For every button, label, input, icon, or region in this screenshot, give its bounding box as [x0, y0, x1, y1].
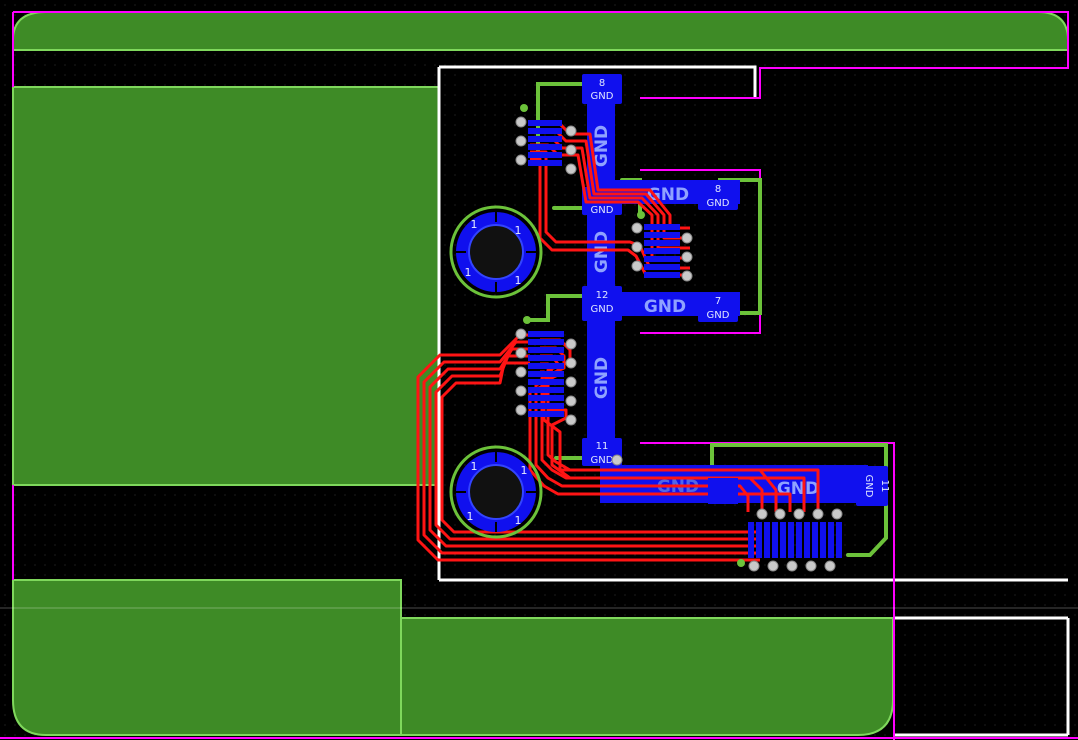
via-icon: [681, 232, 693, 244]
pad-8-top: 8 GND: [582, 74, 622, 104]
svg-text:1: 1: [471, 460, 478, 473]
svg-text:1: 1: [515, 274, 522, 287]
via-icon: [515, 404, 527, 416]
pad-11-right: 11 GND: [856, 466, 890, 506]
svg-text:GND: GND: [707, 198, 730, 209]
via-icon: [515, 135, 527, 147]
via-icon: [515, 347, 527, 359]
via-icon: [786, 560, 798, 572]
via-icon: [515, 328, 527, 340]
svg-text:11: 11: [596, 441, 609, 452]
gnd-label-2: GND: [592, 231, 612, 273]
via-icon: [565, 125, 577, 137]
via-icon: [565, 163, 577, 175]
via-icon: [565, 414, 577, 426]
svg-text:GND: GND: [591, 91, 614, 102]
via-icon: [565, 357, 577, 369]
svg-text:GND: GND: [591, 304, 614, 315]
via-icon: [824, 560, 836, 572]
via-icon: [681, 270, 693, 282]
via-icon: [515, 154, 527, 166]
gnd-label-3: GND: [592, 357, 612, 399]
pad-7-right: 7 GND: [698, 292, 738, 322]
svg-text:1: 1: [465, 266, 472, 279]
via-icon: [774, 508, 786, 520]
via-icon: [631, 222, 643, 234]
svg-text:12: 12: [596, 290, 609, 301]
gnd-label-5: GND: [644, 297, 686, 317]
mounting-hole-icon: [468, 464, 524, 520]
via-icon: [565, 338, 577, 350]
pad-12: 12 GND: [582, 286, 622, 321]
copper-pour-left: [12, 86, 440, 486]
gnd-label-7: GND: [777, 479, 819, 499]
via-icon: [631, 260, 643, 272]
via-icon: [565, 395, 577, 407]
mounting-hole-upper: 1 1 1 1: [449, 205, 543, 299]
pad-8-right: 8 GND: [698, 180, 738, 210]
via-icon: [748, 560, 760, 572]
svg-text:11: 11: [879, 480, 890, 493]
via-icon: [611, 454, 623, 466]
svg-text:1: 1: [515, 514, 522, 527]
svg-text:1: 1: [515, 224, 522, 237]
via-icon: [565, 376, 577, 388]
svg-text:GND: GND: [591, 205, 614, 216]
via-icon: [756, 508, 768, 520]
mounting-hole-lower: 1 1 1 1: [449, 445, 543, 539]
via-icon: [515, 366, 527, 378]
via-icon: [515, 116, 527, 128]
svg-text:GND: GND: [707, 310, 730, 321]
svg-text:8: 8: [599, 78, 605, 89]
via-icon: [793, 508, 805, 520]
via-icon: [805, 560, 817, 572]
svg-text:GND: GND: [863, 475, 874, 498]
svg-text:1: 1: [521, 464, 528, 477]
svg-text:1: 1: [471, 218, 478, 231]
via-icon: [565, 144, 577, 156]
via-icon: [767, 560, 779, 572]
via-icon: [831, 508, 843, 520]
via-icon: [515, 385, 527, 397]
svg-text:7: 7: [715, 296, 721, 307]
pcb-layout: GND GND GND GND GND GND GND 8 GND GND 12…: [0, 0, 1078, 740]
via-icon: [631, 241, 643, 253]
via-icon: [681, 251, 693, 263]
svg-text:8: 8: [715, 184, 721, 195]
via-icon: [812, 508, 824, 520]
svg-text:1: 1: [467, 510, 474, 523]
copper-pour-top: [12, 11, 1069, 51]
svg-text:GND: GND: [591, 455, 614, 466]
